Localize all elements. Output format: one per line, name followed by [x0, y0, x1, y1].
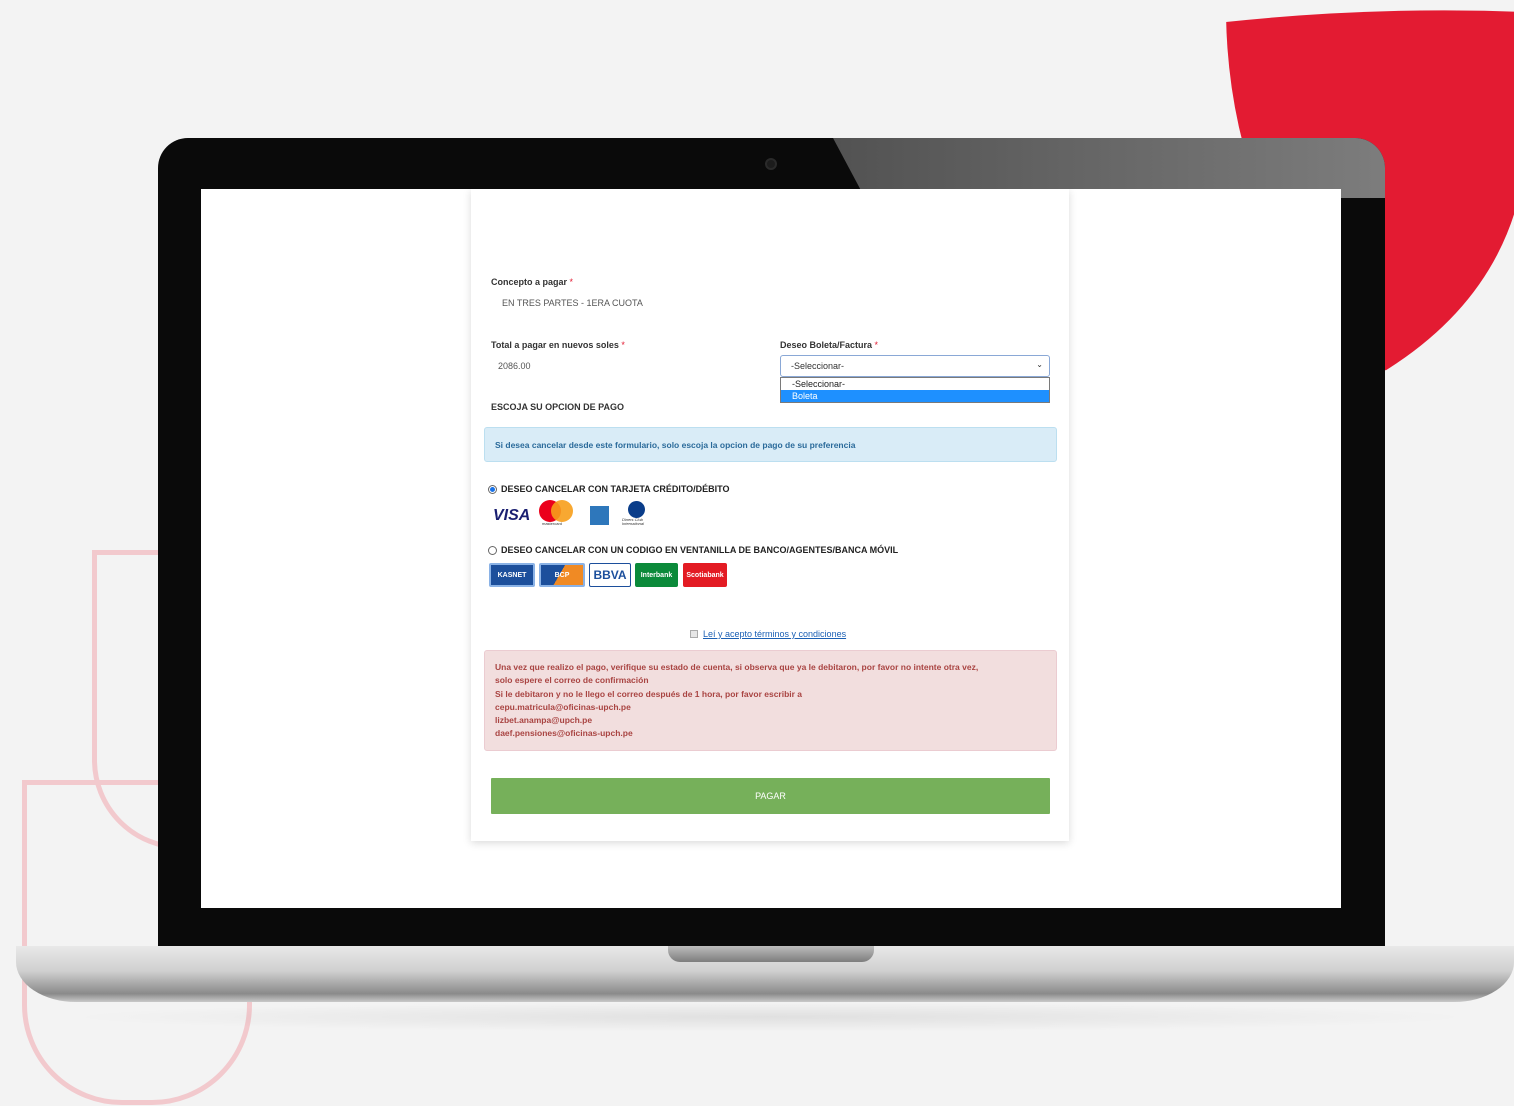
alert-line: cepu.matricula@oficinas-upch.pe	[495, 701, 631, 712]
laptop-screen: Concepto a pagar * EN TRES PARTES - 1ERA…	[201, 189, 1341, 908]
terms-checkbox[interactable]	[690, 630, 698, 638]
concept-label: Concepto a pagar *	[491, 277, 574, 287]
invoice-label: Deseo Boleta/Factura *	[780, 340, 879, 350]
info-alert: Si desea cancelar desde este formulario,…	[484, 427, 1057, 462]
diners-logo: Diners Club International	[622, 501, 652, 529]
alert-line: daef.pensiones@oficinas-upch.pe	[495, 728, 633, 739]
alert-line: Si le debitaron y no le llego el correo …	[495, 688, 803, 699]
alert-line: lizbet.anampa@upch.pe	[495, 715, 593, 726]
concept-value: EN TRES PARTES - 1ERA CUOTA	[502, 298, 643, 308]
pay-button[interactable]: PAGAR	[491, 778, 1050, 814]
payment-heading: ESCOJA SU OPCION DE PAGO	[491, 402, 625, 412]
invoice-type-select[interactable]: -Seleccionar- ⌄	[780, 355, 1050, 377]
card-option-label[interactable]: DESEO CANCELAR CON TARJETA CRÉDITO/DÉBIT…	[501, 484, 730, 494]
code-option-radio[interactable]	[488, 546, 497, 555]
interbank-logo: Interbank	[635, 563, 678, 587]
dropdown-option[interactable]: -Seleccionar-	[781, 378, 1049, 390]
code-option-label[interactable]: DESEO CANCELAR CON UN CODIGO EN VENTANIL…	[501, 545, 898, 555]
alert-line: Una vez que realizo el pago, verifique s…	[495, 662, 979, 672]
camera-icon	[765, 158, 777, 170]
dropdown-option[interactable]: Boleta	[781, 390, 1049, 402]
bcp-logo: BCP	[539, 563, 585, 587]
laptop-shadow	[60, 1002, 1480, 1032]
payment-form: Concepto a pagar * EN TRES PARTES - 1ERA…	[471, 189, 1069, 841]
warning-alert: Una vez que realizo el pago, verifique s…	[484, 650, 1057, 751]
bbva-logo: BBVA	[589, 563, 631, 587]
total-label: Total a pagar en nuevos soles *	[491, 340, 625, 350]
invoice-type-dropdown[interactable]: -Seleccionar- Boleta	[780, 377, 1050, 403]
card-option-radio[interactable]	[488, 485, 497, 494]
laptop-frame: Concepto a pagar * EN TRES PARTES - 1ERA…	[158, 138, 1385, 950]
laptop-notch	[668, 946, 874, 962]
chevron-down-icon: ⌄	[1036, 360, 1043, 369]
visa-logo: VISA	[493, 507, 531, 524]
mastercard-logo: mastercard	[539, 500, 575, 526]
terms-link[interactable]: Leí y acepto términos y condiciones	[703, 629, 846, 639]
total-value: 2086.00	[498, 361, 531, 371]
kasnet-logo: KASNET	[489, 563, 535, 587]
amex-logo	[590, 506, 609, 525]
scotiabank-logo: Scotiabank	[683, 563, 727, 587]
alert-line: solo espere el correo de confirmación	[495, 675, 649, 686]
